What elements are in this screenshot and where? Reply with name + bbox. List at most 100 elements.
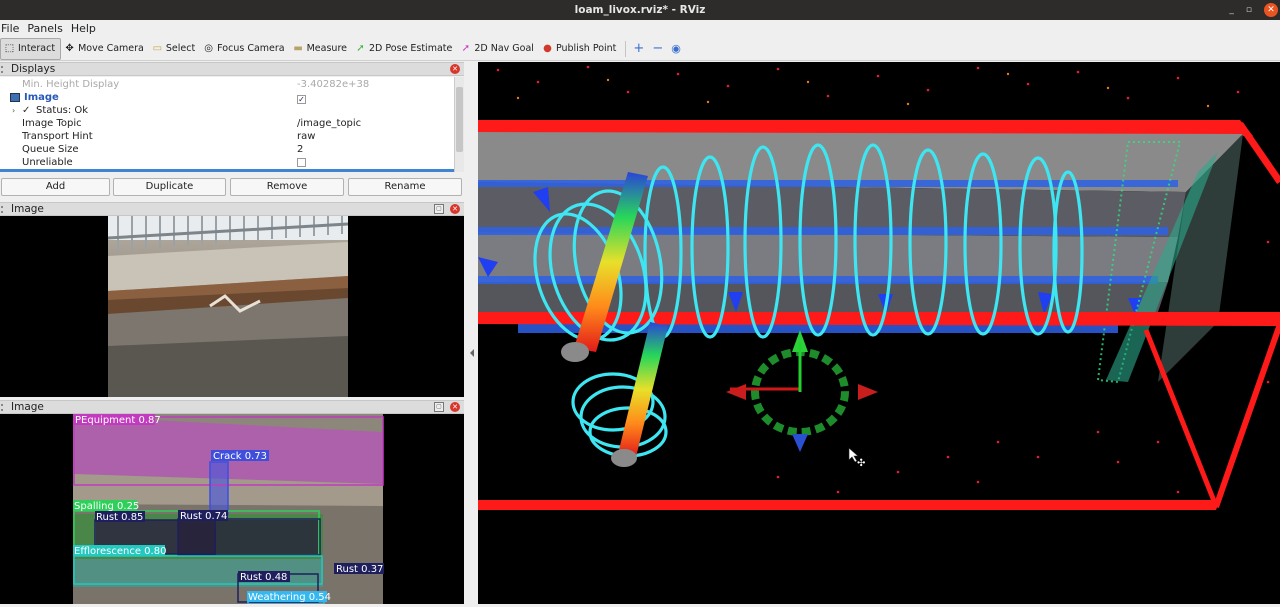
close-panel-icon[interactable]: ✕ <box>450 204 460 214</box>
image-display-icon <box>10 93 20 102</box>
detection-panel-title: Image <box>11 401 44 413</box>
duplicate-button[interactable]: Duplicate <box>113 178 226 196</box>
detection-image: PEquipment 0.87 Crack 0.73 Spalling 0.25… <box>73 414 384 604</box>
add-tool-icon[interactable]: + <box>630 38 649 60</box>
tool-move-camera[interactable]: ✥ Move Camera <box>61 38 149 60</box>
detection-label: Rust 0.85 <box>96 512 143 523</box>
rename-button[interactable]: Rename <box>348 178 462 196</box>
tool-2d-nav-goal[interactable]: ➚ 2D Nav Goal <box>457 38 539 60</box>
tool-label: 2D Pose Estimate <box>368 43 453 54</box>
tool-select[interactable]: ▭ Select <box>149 38 200 60</box>
queue-size-value[interactable]: 2 <box>297 143 303 156</box>
toolbar-separator <box>625 40 627 57</box>
tool-label: 2D Nav Goal <box>474 43 534 54</box>
check-mark-icon: ✓ <box>22 105 31 116</box>
render-3d-view[interactable]: ✣ <box>478 62 1280 607</box>
tool-focus-camera[interactable]: ◎ Focus Camera <box>200 38 289 60</box>
close-panel-icon[interactable]: ✕ <box>450 402 460 412</box>
detection-label: Spalling 0.25 <box>74 501 139 512</box>
detection-label: Crack 0.73 <box>213 451 267 462</box>
tool-publish-point[interactable]: ● Publish Point <box>539 38 621 60</box>
property-row[interactable]: Unreliable <box>0 156 454 169</box>
drag-grip-icon[interactable] <box>1 66 7 73</box>
remove-button[interactable]: Remove <box>230 178 344 196</box>
drag-grip-icon[interactable] <box>1 404 7 411</box>
float-panel-icon[interactable]: ▢ <box>434 402 444 412</box>
float-panel-icon[interactable]: ▢ <box>434 204 444 214</box>
remove-tool-icon[interactable]: − <box>649 38 668 60</box>
image-topic-value[interactable]: /image_topic <box>297 117 361 130</box>
detection-image-view: PEquipment 0.87 Crack 0.73 Spalling 0.25… <box>0 414 464 604</box>
nav-goal-icon: ➚ <box>461 43 471 54</box>
drag-grip-icon[interactable] <box>1 206 7 213</box>
property-row[interactable]: › ✓ Status: Ok <box>0 104 454 117</box>
property-key: Transport Hint <box>22 131 93 142</box>
property-key: Status: Ok <box>36 105 89 116</box>
focus-camera-icon: ◎ <box>204 43 214 54</box>
tool-label: Measure <box>306 43 347 54</box>
transport-hint-value[interactable]: raw <box>297 130 315 143</box>
panel-splitter[interactable] <box>464 62 478 607</box>
move-cursor-icon: ✣ <box>857 458 865 469</box>
add-button[interactable]: Add <box>1 178 110 196</box>
window-title: loam_livox.rviz* - RViz <box>574 4 706 16</box>
interact-icon: ⬚ <box>4 43 15 54</box>
detection-label: Rust 0.37 <box>336 564 383 575</box>
select-icon: ▭ <box>152 43 163 54</box>
tool-2d-pose-estimate[interactable]: ➚ 2D Pose Estimate <box>352 38 457 60</box>
tool-properties-icon[interactable]: ◉ <box>668 38 686 60</box>
property-key: Image <box>24 92 59 103</box>
move-camera-icon: ✥ <box>65 43 74 54</box>
property-key: Unreliable <box>22 157 73 168</box>
tool-label: Move Camera <box>78 43 144 54</box>
property-value: -3.40282e+38 <box>297 79 370 90</box>
image-panel-header[interactable]: Image ▢ ✕ <box>0 202 464 216</box>
property-row[interactable]: Transport Hint raw <box>0 130 454 143</box>
restore-icon[interactable]: ▫ <box>1246 0 1252 20</box>
tool-label: Focus Camera <box>217 43 285 54</box>
detection-label: Rust 0.48 <box>240 572 287 583</box>
image-panel-title: Image <box>11 203 44 215</box>
property-key: Queue Size <box>22 144 79 155</box>
selected-row-highlight <box>0 169 454 172</box>
menu-panels[interactable]: Panels <box>26 22 67 35</box>
publish-point-icon: ● <box>543 43 552 54</box>
pose-estimate-icon: ➚ <box>356 43 365 54</box>
close-panel-icon[interactable]: ✕ <box>450 64 460 74</box>
property-key: Min. Height Display <box>22 79 120 90</box>
detection-label: Efflorescence 0.80 <box>74 546 166 557</box>
property-row[interactable]: Min. Height Display -3.40282e+38 <box>0 78 454 91</box>
point-cloud-scene[interactable]: ✣ <box>478 62 1280 607</box>
tool-interact[interactable]: ⬚ Interact <box>0 37 62 60</box>
tool-bar: ⬚ Interact ✥ Move Camera ▭ Select ◎ Focus Ca… <box>0 37 1280 61</box>
tool-label: Publish Point <box>555 43 617 54</box>
property-row[interactable]: Image Topic/image_topic <box>0 117 454 130</box>
scrollbar-thumb[interactable] <box>456 87 463 152</box>
window-controls: _ ▫ ✕ <box>1229 0 1280 20</box>
detection-label: Weathering 0.54 <box>248 592 331 603</box>
property-row[interactable]: Queue Size 2 <box>0 143 454 156</box>
detection-label: PEquipment 0.87 <box>75 415 161 426</box>
camera-image <box>107 216 349 397</box>
displays-scrollbar[interactable] <box>454 77 464 172</box>
minimize-icon[interactable]: _ <box>1229 0 1234 20</box>
detection-label: Rust 0.74 <box>180 511 227 522</box>
displays-button-row: Add Duplicate Remove Rename <box>0 176 464 198</box>
expand-arrow-icon[interactable]: › <box>12 104 15 117</box>
close-icon[interactable]: ✕ <box>1264 3 1278 17</box>
tool-label: Select <box>165 43 196 54</box>
tool-measure[interactable]: ▬ Measure <box>290 38 352 60</box>
menu-bar: File Panels Help <box>0 20 1280 37</box>
display-item-image[interactable]: Image ✓ <box>0 91 454 104</box>
displays-tree: Min. Height Display -3.40282e+38 Image ✓ … <box>0 77 464 172</box>
displays-panel-header[interactable]: Displays ✕ <box>0 62 464 76</box>
collapse-arrow-icon[interactable] <box>470 349 474 357</box>
camera-image-view <box>0 216 464 397</box>
tool-label: Interact <box>18 43 56 54</box>
window-title-bar[interactable]: loam_livox.rviz* - RViz _ ▫ ✕ <box>0 0 1280 20</box>
measure-icon: ▬ <box>293 43 303 54</box>
detection-panel-header[interactable]: Image ▢ ✕ <box>0 400 464 414</box>
menu-help[interactable]: Help <box>70 22 101 35</box>
menu-file[interactable]: File <box>0 22 24 35</box>
property-key: Image Topic <box>22 118 82 129</box>
